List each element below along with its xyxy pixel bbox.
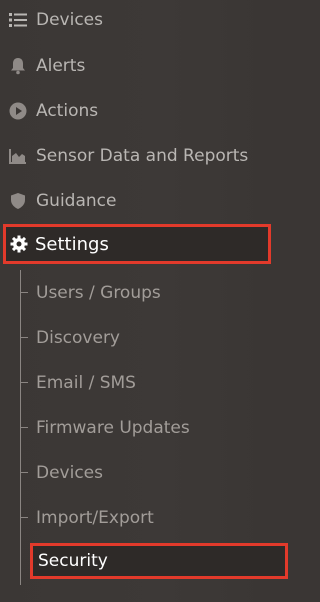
submenu-item-label: Email / SMS	[36, 372, 136, 393]
sidebar-item-label: Alerts	[36, 55, 86, 76]
submenu-item-users-groups[interactable]: Users / Groups	[20, 270, 270, 315]
submenu-item-devices[interactable]: Devices	[20, 450, 270, 495]
gear-icon	[9, 234, 29, 254]
tree-branch	[20, 517, 28, 518]
submenu-item-discovery[interactable]: Discovery	[20, 315, 270, 360]
sidebar-item-guidance[interactable]: Guidance	[0, 178, 274, 223]
tree-branch	[20, 427, 28, 428]
sidebar-item-devices[interactable]: Devices	[0, 0, 274, 42]
sidebar-item-alerts[interactable]: Alerts	[0, 43, 274, 88]
sidebar-item-settings[interactable]: Settings	[3, 224, 271, 264]
tree-branch	[20, 292, 28, 293]
submenu-item-label: Import/Export	[36, 507, 154, 528]
submenu-item-import-export[interactable]: Import/Export	[20, 495, 270, 540]
submenu-item-label: Devices	[36, 462, 103, 483]
settings-submenu: Users / Groups Discovery Email / SMS Fir…	[20, 270, 288, 590]
submenu-item-label: Security	[38, 551, 108, 571]
shield-icon	[8, 191, 28, 211]
area-chart-icon	[8, 146, 28, 166]
sidebar-item-sensor-data-and-reports[interactable]: Sensor Data and Reports	[0, 133, 274, 178]
tree-branch	[20, 337, 28, 338]
sidebar-item-label: Devices	[36, 9, 103, 30]
submenu-item-label: Discovery	[36, 327, 120, 348]
list-icon	[8, 10, 28, 30]
submenu-item-label: Firmware Updates	[36, 417, 190, 438]
bell-icon	[8, 56, 28, 76]
submenu-item-email-sms[interactable]: Email / SMS	[20, 360, 270, 405]
sidebar-item-label: Guidance	[36, 190, 117, 211]
sidebar-item-label: Actions	[36, 100, 99, 121]
sidebar-item-label: Sensor Data and Reports	[36, 145, 249, 166]
play-circle-icon	[8, 101, 28, 121]
submenu-item-firmware-updates[interactable]: Firmware Updates	[20, 405, 270, 450]
sidebar-item-actions[interactable]: Actions	[0, 88, 274, 133]
submenu-item-security[interactable]: Security	[30, 543, 288, 579]
sidebar: Devices Alerts Actions Sensor Data and R…	[0, 0, 288, 602]
tree-branch	[20, 382, 28, 383]
sidebar-item-label: Settings	[35, 233, 109, 255]
submenu-item-label: Users / Groups	[36, 282, 161, 303]
tree-branch	[20, 472, 28, 473]
